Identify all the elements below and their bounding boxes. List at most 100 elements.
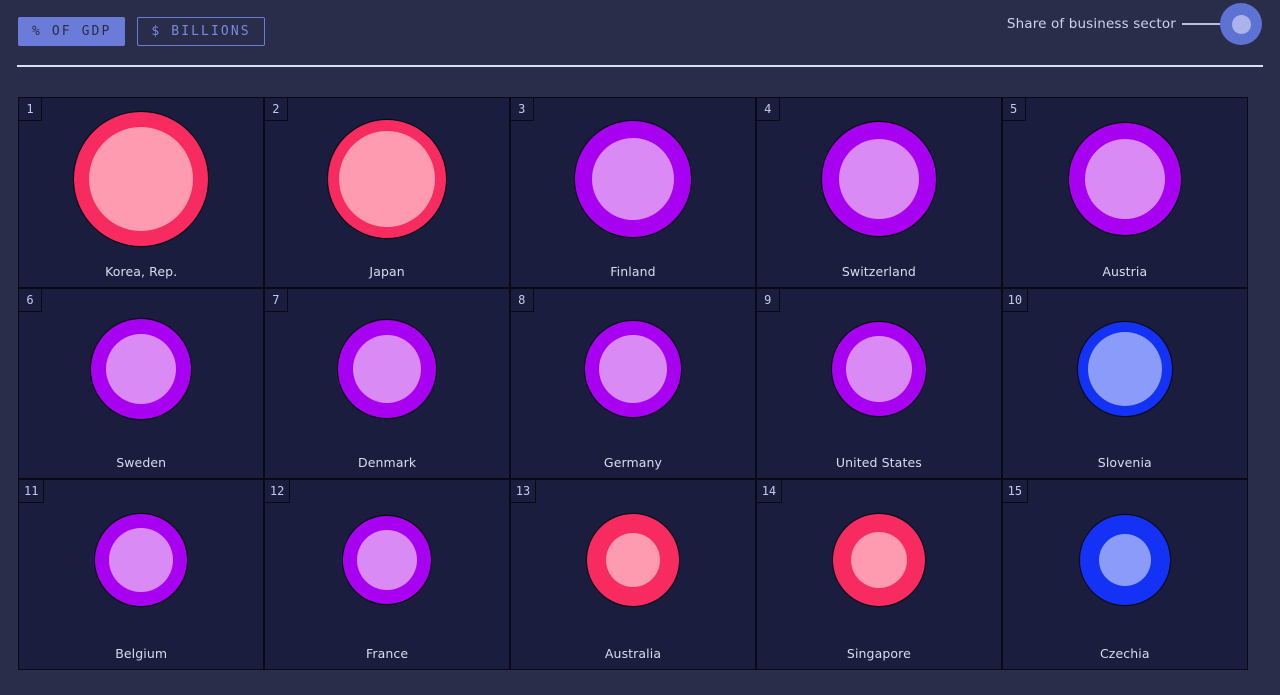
bubble-cell[interactable]: 6 Sweden	[19, 288, 264, 479]
country-label: Singapore	[846, 645, 911, 661]
bubble-ring[interactable]	[91, 319, 192, 420]
bubble-ring[interactable]	[95, 514, 188, 607]
bubble-core	[357, 530, 418, 591]
rank-badge: 6	[19, 288, 42, 312]
country-label: Finland	[610, 264, 656, 280]
bubble-core	[109, 528, 174, 593]
rank-badge: 15	[1002, 479, 1029, 503]
bubble-container	[757, 480, 1001, 641]
unit-button-pct-gdp[interactable]: % OF GDP	[18, 17, 126, 46]
bubble-cell[interactable]: 8 Germany	[510, 288, 756, 479]
bubble-ring[interactable]	[821, 121, 936, 236]
bubble-container	[511, 289, 755, 450]
bubble-core	[1084, 138, 1165, 219]
bubble-cell[interactable]: 3 Finland	[510, 98, 756, 288]
bubble-core	[106, 334, 177, 405]
bubble-core	[339, 130, 436, 227]
bubble-core	[591, 137, 674, 220]
bubble-container	[265, 289, 509, 450]
bubble-cell[interactable]: 14 Singapore	[756, 479, 1002, 669]
bubble-cell[interactable]: 13 Australia	[510, 479, 756, 669]
bubble-container	[511, 98, 755, 259]
bubble-ring[interactable]	[584, 321, 681, 418]
country-label: Denmark	[358, 455, 417, 471]
switch-knob-icon[interactable]	[1220, 3, 1262, 45]
bubble-core	[605, 533, 660, 588]
country-label: Australia	[604, 645, 662, 661]
bubble-core	[845, 336, 912, 403]
rank-badge: 10	[1002, 288, 1029, 312]
bubble-cell[interactable]: 2 Japan	[264, 98, 510, 288]
bubble-container	[19, 480, 263, 641]
rank-badge: 1	[19, 98, 42, 121]
header-divider	[17, 65, 1263, 67]
bubble-container	[1003, 98, 1247, 259]
bubble-core	[353, 335, 422, 404]
country-label: Switzerland	[841, 264, 916, 280]
bubble-ring[interactable]	[328, 119, 447, 238]
country-label: Sweden	[116, 455, 167, 471]
bubble-cell[interactable]: 5 Austria	[1002, 98, 1247, 288]
rank-badge: 11	[19, 479, 45, 503]
unit-button-billions[interactable]: $ BILLIONS	[137, 17, 265, 46]
bubble-cell[interactable]: 1 Korea, Rep.	[19, 98, 264, 288]
country-label: Belgium	[115, 645, 168, 661]
bubble-container	[1003, 289, 1247, 450]
switch-knob-inner-icon	[1231, 14, 1251, 34]
bubble-grid: 1 Korea, Rep. 2 Japan 3 Finland 4 Switzerland 5 A…	[18, 97, 1248, 670]
bubble-ring[interactable]	[1068, 122, 1181, 235]
bubble-container	[511, 480, 755, 641]
country-label: Austria	[1102, 264, 1148, 280]
rank-badge: 3	[510, 98, 534, 121]
rank-badge: 13	[510, 479, 537, 503]
unit-toggle-group[interactable]: % OF GDP $ BILLIONS	[18, 17, 265, 46]
rank-badge: 9	[756, 288, 780, 312]
bubble-ring[interactable]	[338, 320, 437, 419]
rank-badge: 8	[510, 288, 534, 312]
bubble-core	[1098, 534, 1151, 587]
bubble-cell[interactable]: 10 Slovenia	[1002, 288, 1247, 479]
bubble-cell[interactable]: 11 Belgium	[19, 479, 264, 669]
bubble-ring[interactable]	[832, 514, 925, 607]
rank-badge: 2	[264, 98, 288, 121]
rank-badge: 12	[264, 479, 291, 503]
toolbar: % OF GDP $ BILLIONS Share of business se…	[0, 0, 1280, 67]
bubble-core	[89, 126, 194, 231]
bubble-container	[1003, 480, 1247, 641]
business-sector-switch-label: Share of business sector	[1006, 16, 1176, 32]
bubble-ring[interactable]	[1077, 322, 1172, 417]
rank-badge: 4	[756, 98, 780, 121]
bubble-container	[265, 98, 509, 259]
business-sector-switch[interactable]: Share of business sector	[1007, 0, 1262, 48]
bubble-ring[interactable]	[586, 514, 679, 607]
bubble-container	[757, 98, 1001, 259]
bubble-container	[265, 480, 509, 641]
bubble-ring[interactable]	[343, 516, 432, 605]
bubble-ring[interactable]	[74, 111, 209, 246]
country-label: Korea, Rep.	[105, 264, 178, 280]
bubble-core	[598, 335, 667, 404]
country-label: Slovenia	[1097, 455, 1152, 471]
country-label: Czechia	[1099, 645, 1150, 661]
country-label: Japan	[369, 264, 405, 280]
bubble-ring[interactable]	[574, 120, 691, 237]
bubble-grid-page: % OF GDP $ BILLIONS Share of business se…	[0, 0, 1280, 695]
bubble-cell[interactable]: 9 United States	[756, 288, 1002, 479]
rank-badge: 7	[264, 288, 288, 312]
bubble-cell[interactable]: 7 Denmark	[264, 288, 510, 479]
country-label: United States	[835, 455, 922, 471]
rank-badge: 5	[1002, 98, 1026, 121]
rank-badge: 14	[756, 479, 783, 503]
country-label: France	[366, 645, 409, 661]
country-label: Germany	[603, 455, 663, 471]
bubble-container	[757, 289, 1001, 450]
bubble-cell[interactable]: 15 Czechia	[1002, 479, 1247, 669]
bubble-cell[interactable]: 12 France	[264, 479, 510, 669]
bubble-core	[1087, 332, 1162, 407]
bubble-core	[838, 138, 919, 219]
bubble-ring[interactable]	[1079, 515, 1170, 606]
bubble-container	[19, 289, 263, 450]
bubble-core	[850, 532, 907, 589]
bubble-ring[interactable]	[831, 322, 926, 417]
bubble-cell[interactable]: 4 Switzerland	[756, 98, 1002, 288]
